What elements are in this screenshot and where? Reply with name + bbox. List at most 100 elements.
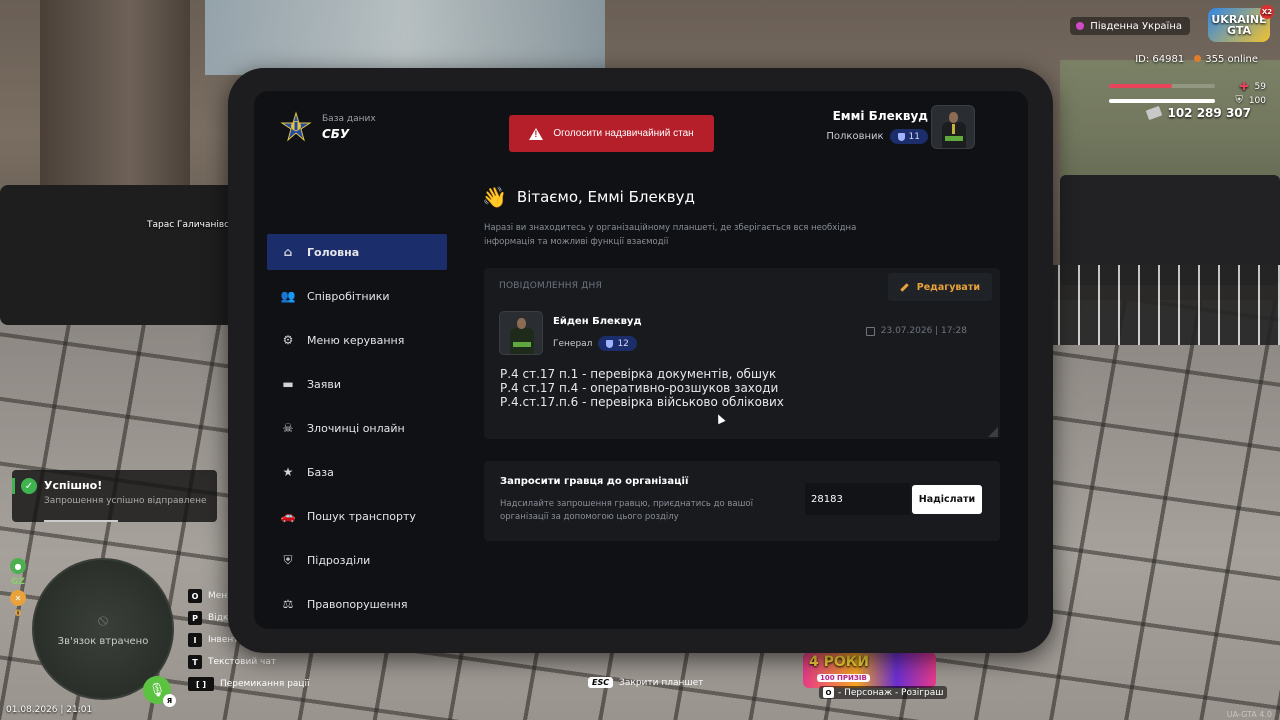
avatar-tie	[952, 124, 955, 134]
toast-progress	[44, 520, 118, 522]
sidebar-item-label: Заяви	[307, 377, 342, 391]
success-toast: ✓ Успішно! Запрошення успішно відправлен…	[12, 470, 217, 522]
motd-line: Р.4 ст.17 п.1 - перевірка документів, об…	[500, 367, 777, 381]
message-of-the-day: ПОВІДОМЛЕННЯ ДНЯ Редагувати Ейден Блекву…	[484, 268, 1000, 439]
car-icon: 🚗	[280, 509, 296, 523]
motd-body: Р.4 ст.17 п.1 - перевірка документів, об…	[500, 367, 784, 409]
region-dot-icon	[1076, 22, 1085, 30]
close-tablet-hint[interactable]: ESC Закрити планшет	[588, 677, 703, 688]
author-avatar	[499, 311, 543, 355]
striped-rug	[1040, 265, 1280, 345]
key-cap: I	[188, 633, 202, 647]
waving-hand-icon: 👋	[482, 185, 507, 209]
user-rank-row: Полковник 11	[826, 129, 928, 144]
declare-emergency-button[interactable]: Оголосити надзвичайний стан	[509, 115, 714, 152]
promo-headline: 4 РОКИ	[809, 654, 869, 670]
home-icon: ⌂	[283, 245, 293, 259]
key-hint: [ ] Перемикання рації	[188, 676, 310, 692]
sidebar-item[interactable]: ⛨ Підрозділи	[267, 542, 447, 578]
key-label: Відк	[208, 613, 229, 623]
user-name: Еммі Блеквуд	[832, 109, 928, 123]
money-display: 102 289 307	[1146, 105, 1251, 121]
armor-bar-fill	[1109, 99, 1215, 103]
mic-badge: Я	[163, 694, 176, 707]
cash-icon	[1146, 105, 1163, 121]
key-cap: O	[188, 589, 202, 603]
pencil-icon	[900, 282, 909, 292]
resize-handle[interactable]	[988, 427, 998, 437]
author-rank: Генерал	[553, 338, 593, 349]
motd-label: ПОВІДОМЛЕННЯ ДНЯ	[499, 281, 602, 291]
star-icon: ★	[282, 465, 294, 479]
sidebar-item-label: Меню керування	[307, 333, 405, 347]
logo-badge: X2	[1260, 5, 1274, 19]
sidebar-item[interactable]: ⚖ Правопорушення	[267, 586, 447, 622]
brand-subtitle: База даних	[322, 113, 376, 124]
date-time: 01.08.2026 | 21:01	[6, 705, 93, 715]
heart-icon: ✚	[1239, 80, 1249, 93]
key-cap: P	[188, 611, 202, 625]
region-name: Південна Україна	[1090, 20, 1182, 32]
invite-description: Надсилайте запрошення гравцю, приєднатис…	[500, 499, 753, 522]
online-count-wrap: 355 online	[1194, 54, 1258, 65]
send-invite-button[interactable]: Надіслати	[912, 485, 982, 514]
organization-tablet: База даних СБУ Оголосити надзвичайний ст…	[228, 68, 1053, 653]
health-bar-fill	[1109, 84, 1172, 88]
health-bar	[1109, 84, 1215, 88]
gz-label: GZ	[11, 577, 25, 587]
armor-value-wrap: ⛨ 100	[1235, 95, 1266, 106]
folder-icon: ▬	[282, 377, 294, 391]
rank-shield-icon	[606, 339, 614, 348]
tablet-screen: База даних СБУ Оголосити надзвичайний ст…	[254, 91, 1028, 629]
welcome-text: Вітаємо, Еммі Блеквуд	[516, 188, 695, 206]
status-green-icon: ●	[10, 558, 26, 574]
health-value-wrap: ✚ 59	[1239, 80, 1266, 93]
sidebar-item[interactable]: 👥 Співробітники	[267, 278, 447, 314]
sidebar-item[interactable]: ▬ Заяви	[267, 366, 447, 402]
player-id-input[interactable]	[805, 483, 910, 515]
sidebar-item[interactable]: ⌂ Головна	[267, 234, 447, 270]
player-info: ID: 64981 355 online	[1135, 54, 1258, 65]
brand-title: СБУ	[322, 126, 350, 141]
status-icons: ● GZ ✕ 0	[8, 558, 28, 619]
sbu-emblem-icon	[280, 111, 312, 143]
region-indicator: Південна Україна	[1070, 17, 1190, 35]
check-icon: ✓	[21, 478, 37, 494]
avatar-badge	[513, 342, 531, 347]
invite-title: Запросити гравця до організації	[500, 476, 689, 487]
minimap-status: Зв'язок втрачено	[57, 636, 149, 647]
esc-key: ESC	[588, 677, 614, 688]
no-signal-icon: ⦸	[97, 610, 109, 629]
sidebar-item-label: Підрозділи	[307, 553, 371, 567]
edit-button[interactable]: Редагувати	[887, 273, 992, 301]
armor-value: 100	[1248, 95, 1266, 106]
skull-icon: ☠	[282, 421, 294, 435]
sidebar-item-label: Правопорушення	[307, 597, 408, 611]
sidebar-item[interactable]: ★ База	[267, 454, 447, 490]
sidebar-item[interactable]: ☠ Злочинці онлайн	[267, 410, 447, 446]
microphone-icon[interactable]: 🎙 Я	[143, 676, 176, 707]
promo-key: O	[823, 687, 834, 698]
motd-line: Р.4 ст.17 п.4 - оперативно-розшуков захо…	[500, 381, 779, 395]
gear-icon: ⚙	[282, 333, 294, 347]
wanted-icon: ✕	[10, 590, 26, 606]
rank-level: 11	[908, 131, 920, 142]
avatar-badge	[945, 136, 963, 141]
toast-message: Запрошення успішно відправлене	[44, 496, 207, 506]
key-cap: T	[188, 655, 202, 669]
sidebar-item-label: Співробітники	[307, 289, 390, 303]
motd-line: Р.4.ст.17.п.6 - перевірка військово облі…	[500, 395, 784, 409]
giveaway-banner[interactable]: 4 РОКИ 100 ПРИЗІВ	[803, 652, 936, 688]
user-rank: Полковник	[826, 131, 884, 142]
rank-level-badge: 11	[889, 129, 928, 144]
promo-tag: 100 ПРИЗІВ	[817, 674, 870, 682]
key-label: Текстовий чат	[208, 657, 277, 667]
sidebar-item[interactable]: 🚗 Пошук транспорту	[267, 498, 447, 534]
avatar-head	[949, 112, 958, 123]
logo-line-2: GTA	[1226, 24, 1251, 37]
sidebar-item[interactable]: ⚙ Меню керування	[267, 322, 447, 358]
key-label: Мені	[208, 591, 230, 601]
sidebar-item-label: Головна	[307, 245, 360, 259]
sofa	[0, 185, 240, 325]
intro-text: Наразі ви знаходитесь у організаційному …	[484, 223, 857, 247]
